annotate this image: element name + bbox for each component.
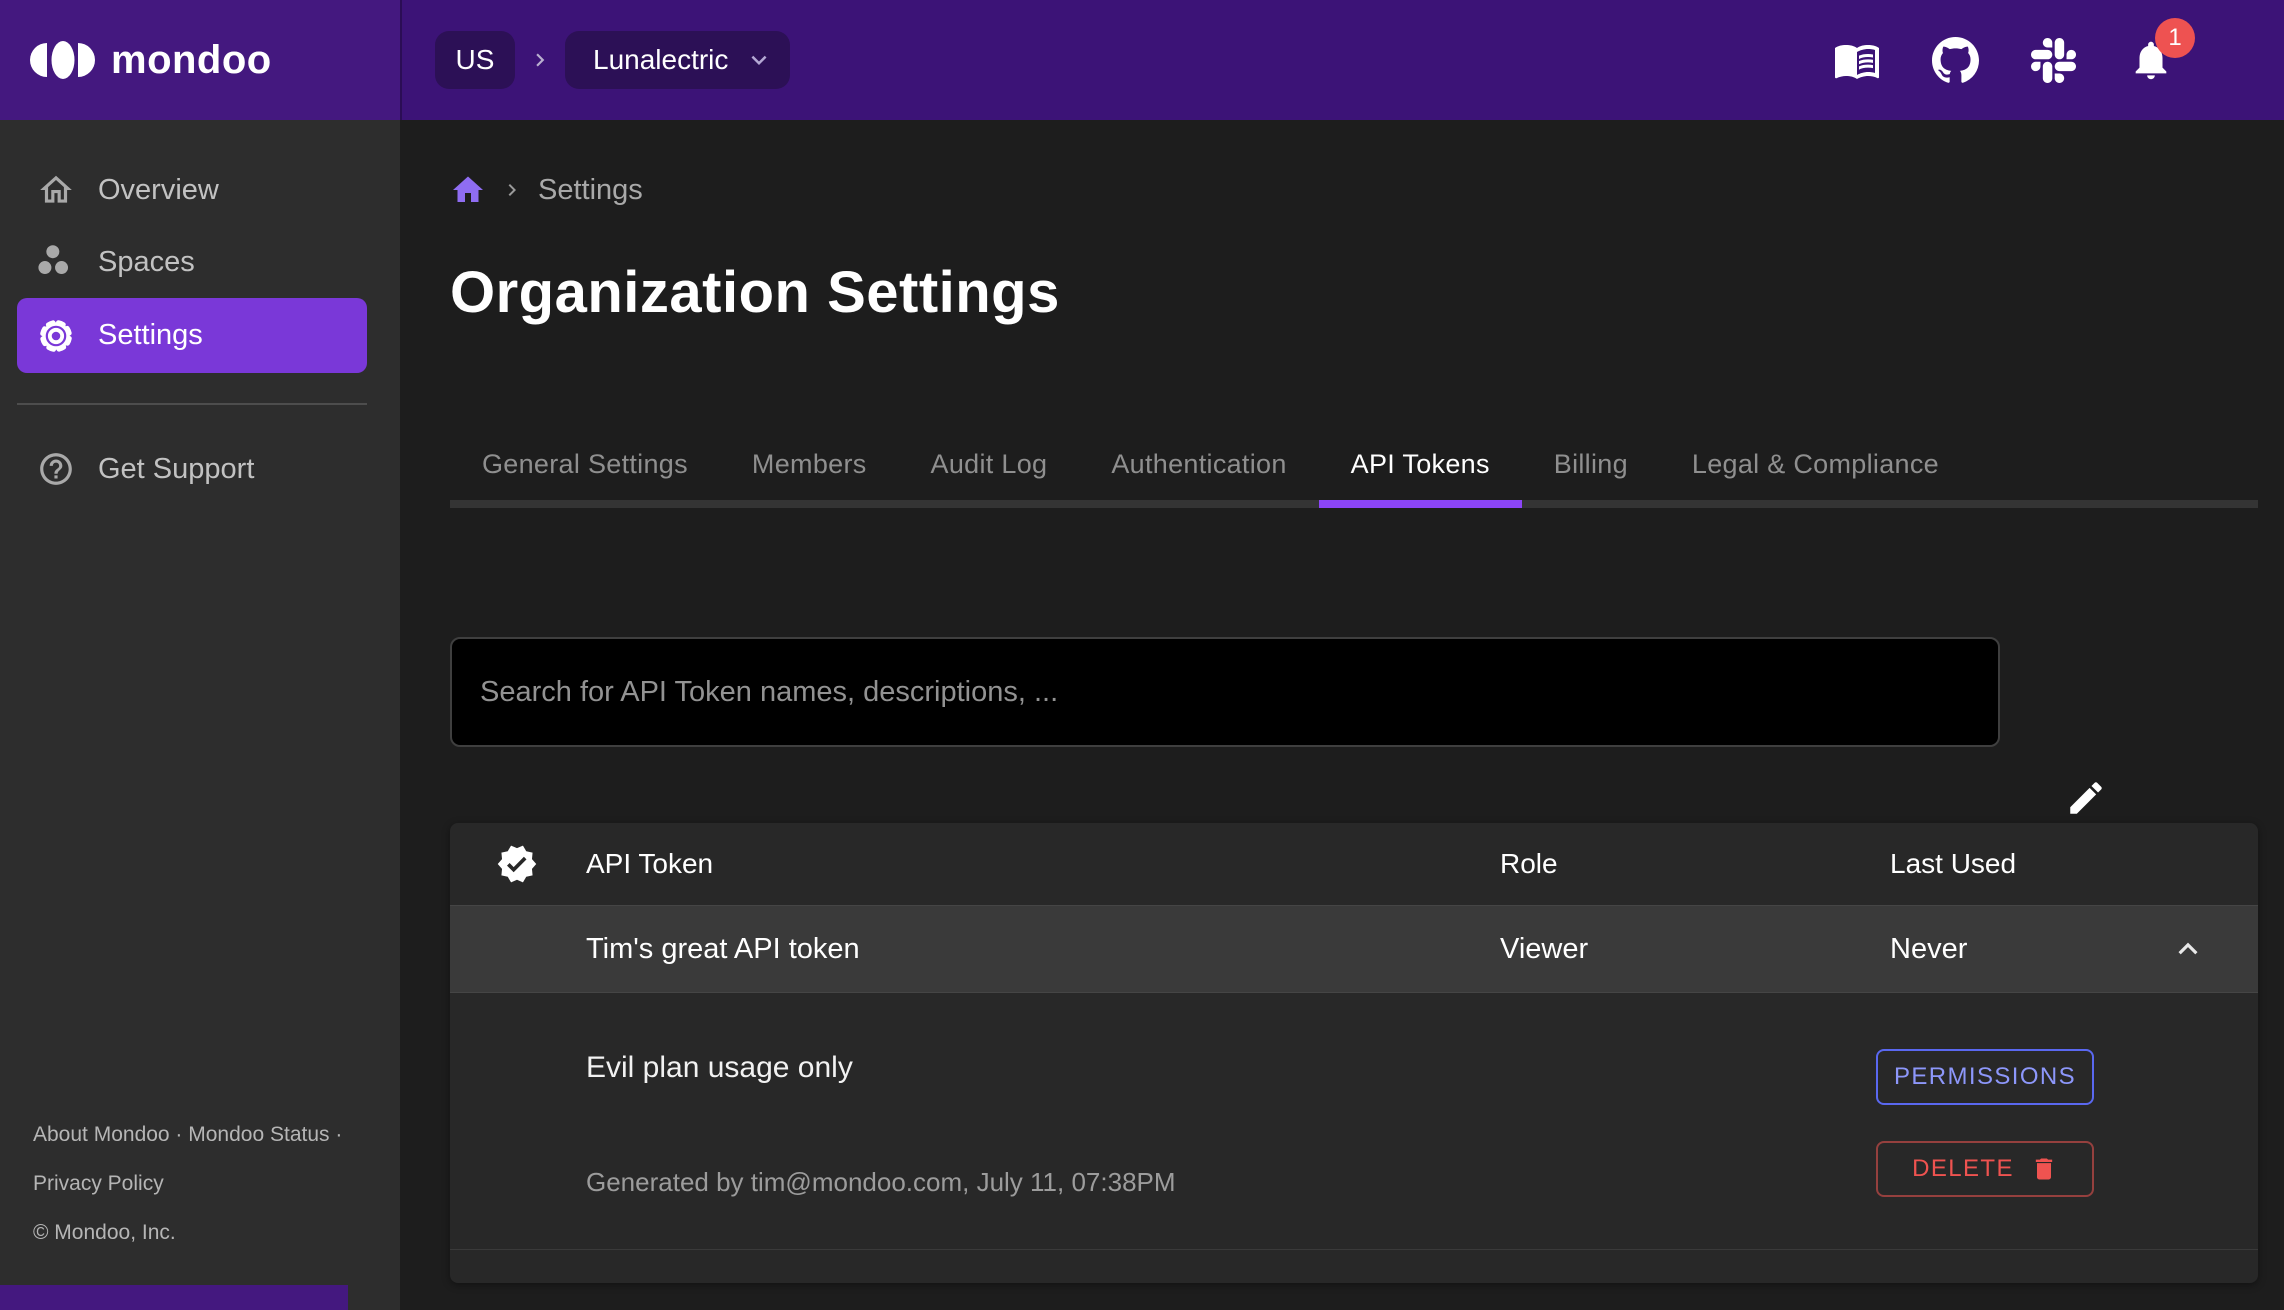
sidebar-nav: Overview Spaces Settings (0, 120, 400, 505)
permissions-button[interactable]: PERMISSIONS (1876, 1049, 2094, 1105)
column-header-last-used: Last Used (1890, 848, 2258, 880)
tab-members[interactable]: Members (720, 428, 899, 500)
sidebar-item-get-support[interactable]: Get Support (0, 433, 400, 505)
tab-authentication[interactable]: Authentication (1079, 428, 1318, 500)
sidebar-item-label: Get Support (98, 453, 254, 486)
help-icon (37, 450, 75, 488)
permissions-button-label: PERMISSIONS (1894, 1063, 2076, 1091)
sidebar-bottom-strip (0, 1285, 348, 1310)
org-label: Lunalectric (593, 44, 728, 76)
top-bar-actions: 1 (1831, 32, 2284, 89)
docs-button[interactable] (1831, 34, 1883, 86)
token-generated-info: Generated by tim@mondoo.com, July 11, 07… (586, 1167, 1176, 1198)
column-header-role: Role (1500, 848, 1890, 880)
chevron-down-icon (744, 45, 774, 75)
region-chip[interactable]: US (435, 31, 515, 89)
tab-bar: General Settings Members Audit Log Authe… (450, 428, 2258, 508)
org-picker: US Lunalectric (435, 31, 790, 89)
token-name: Tim's great API token (586, 933, 1500, 966)
breadcrumb-current: Settings (538, 174, 643, 207)
tab-api-tokens[interactable]: API Tokens (1319, 428, 1522, 500)
sidebar: Overview Spaces Settings (0, 120, 400, 1310)
sidebar-item-settings[interactable]: Settings (17, 298, 367, 373)
app: mondoo US Lunalectric (0, 0, 2284, 1310)
tab-billing[interactable]: Billing (1522, 428, 1660, 500)
github-button[interactable] (1929, 34, 1981, 86)
home-icon (37, 171, 75, 209)
copyright: © Mondoo, Inc. (33, 1208, 342, 1257)
brand-home-link[interactable]: mondoo (0, 0, 400, 120)
sidebar-item-label: Spaces (98, 246, 195, 279)
pencil-icon (2065, 777, 2107, 819)
tab-legal-compliance[interactable]: Legal & Compliance (1660, 428, 1971, 500)
chevron-right-icon (527, 47, 553, 73)
table-footer (450, 1249, 2258, 1283)
sidebar-item-label: Overview (98, 174, 219, 207)
token-last-used-cell: Never (1890, 929, 2258, 969)
slack-button[interactable] (2027, 34, 2079, 86)
breadcrumb: Settings (450, 170, 643, 210)
breadcrumb-separator-icon (500, 178, 524, 202)
breadcrumb-home-icon[interactable] (450, 172, 486, 208)
github-icon (1932, 37, 1979, 84)
notifications-button[interactable]: 1 (2125, 34, 2177, 86)
sidebar-item-label: Settings (98, 319, 203, 352)
chevron-up-icon (2169, 930, 2207, 968)
gear-icon (37, 317, 75, 355)
trash-icon (2030, 1155, 2058, 1183)
tab-audit-log[interactable]: Audit Log (899, 428, 1080, 500)
header-icon-cell (450, 843, 586, 885)
delete-button-label: DELETE (1912, 1155, 2014, 1183)
footer-links[interactable]: About Mondoo · Mondoo Status · (33, 1110, 342, 1159)
top-bar-right: US Lunalectric (400, 0, 2284, 120)
privacy-policy-link[interactable]: Privacy Policy (33, 1159, 342, 1208)
edit-button[interactable] (2056, 768, 2116, 828)
collapse-row-button[interactable] (2168, 929, 2208, 969)
sidebar-item-overview[interactable]: Overview (0, 154, 400, 226)
tab-general-settings[interactable]: General Settings (450, 428, 720, 500)
table-row[interactable]: Tim's great API token Viewer Never (450, 905, 2258, 993)
main-content: Settings Organization Settings General S… (400, 120, 2284, 1310)
brand-name: mondoo (111, 38, 272, 83)
top-bar: mondoo US Lunalectric (0, 0, 2284, 120)
search-input[interactable] (450, 637, 2000, 747)
notification-badge: 1 (2155, 18, 2195, 58)
column-header-api-token: API Token (586, 848, 1500, 880)
table-header-row: API Token Role Last Used (450, 823, 2258, 905)
book-icon (1833, 36, 1881, 84)
sidebar-item-spaces[interactable]: Spaces (0, 226, 400, 298)
avatar[interactable] (2223, 32, 2280, 89)
sidebar-footer: About Mondoo · Mondoo Status · Privacy P… (33, 1110, 342, 1257)
slack-icon (2031, 38, 2076, 83)
token-role: Viewer (1500, 933, 1890, 966)
token-last-used: Never (1890, 933, 1967, 966)
token-description: Evil plan usage only (586, 1051, 853, 1085)
api-tokens-table: API Token Role Last Used Tim's great API… (450, 823, 2258, 1283)
delete-button[interactable]: DELETE (1876, 1141, 2094, 1197)
page-title: Organization Settings (450, 262, 1060, 324)
sidebar-divider (17, 403, 367, 405)
mondoo-logo-icon (30, 41, 98, 79)
verified-badge-icon (496, 843, 538, 885)
region-label: US (456, 44, 495, 76)
token-detail-panel: Evil plan usage only Generated by tim@mo… (450, 993, 2258, 1249)
spaces-icon (37, 243, 75, 281)
org-dropdown[interactable]: Lunalectric (565, 31, 790, 89)
